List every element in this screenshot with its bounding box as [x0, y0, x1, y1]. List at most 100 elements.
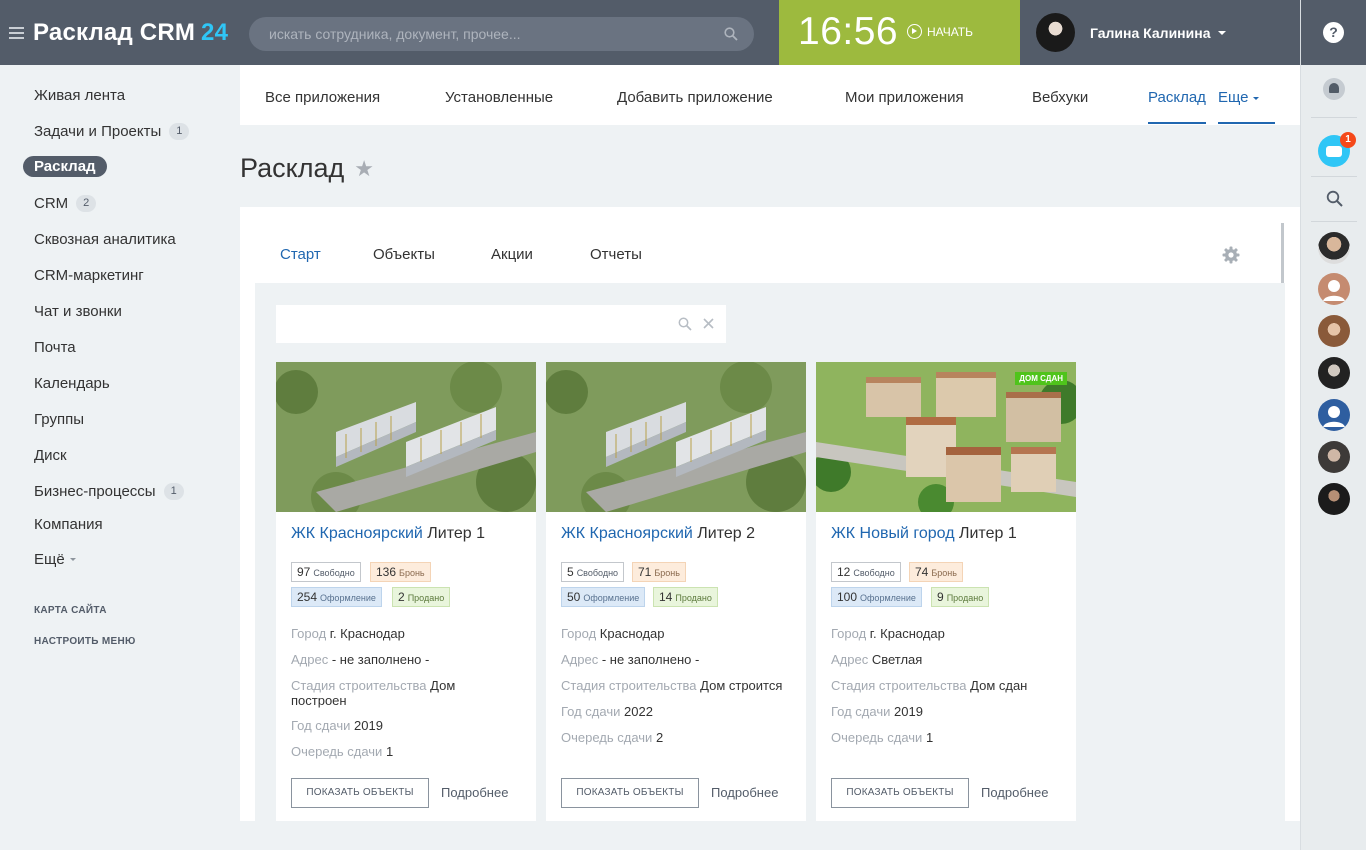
details-link[interactable]: Подробнее: [981, 785, 1048, 800]
chip-processing[interactable]: 50 Оформление: [561, 587, 646, 607]
menu-burger-icon[interactable]: [9, 27, 24, 39]
menu-item-mail[interactable]: Почта: [34, 339, 76, 356]
menu-label: Бизнес-процессы: [34, 483, 156, 500]
object-image[interactable]: [546, 362, 806, 512]
show-objects-button[interactable]: ПОКАЗАТЬ ОБЪЕКТЫ: [561, 778, 699, 808]
contact-avatar[interactable]: [1318, 399, 1350, 431]
menu-item-groups[interactable]: Группы: [34, 411, 84, 428]
object-card: ЖК Красноярский Литер 1 97 Свободно 136 Бр…: [276, 362, 536, 821]
nav-add-app[interactable]: Добавить приложение: [617, 89, 773, 106]
apps-nav: Все приложения Установленные Добавить пр…: [240, 65, 1300, 125]
user-menu[interactable]: Галина Калинина: [1036, 13, 1227, 52]
objects-search[interactable]: [276, 305, 726, 343]
menu-item-rasklad[interactable]: Расклад: [23, 156, 107, 177]
nav-more[interactable]: Еще: [1218, 89, 1275, 124]
bot-icon[interactable]: 1: [1318, 132, 1356, 167]
prop-value: 1: [385, 744, 394, 759]
menu-item-disk[interactable]: Диск: [34, 447, 67, 464]
contact-avatar[interactable]: [1318, 357, 1350, 389]
prop-key: Город: [291, 626, 327, 641]
prop-city: Город Краснодар: [561, 626, 796, 641]
chip-sold[interactable]: 14 Продано: [653, 587, 718, 607]
prop-value: 2022: [624, 704, 653, 719]
close-icon[interactable]: [703, 318, 714, 329]
menu-label: Чат и звонки: [34, 303, 122, 320]
chip-label: Свободно: [313, 568, 355, 578]
chip-value: 9: [937, 590, 944, 604]
nav-my-apps[interactable]: Мои приложения: [845, 89, 964, 106]
divider: [1311, 221, 1357, 222]
start-workday-button[interactable]: НАЧАТЬ: [907, 24, 973, 39]
chip-sold[interactable]: 2 Продано: [392, 587, 451, 607]
object-link[interactable]: ЖК Новый город: [831, 525, 955, 542]
menu-item-analytics[interactable]: Сквозная аналитика: [34, 231, 176, 248]
global-search[interactable]: [249, 17, 754, 51]
details-link[interactable]: Подробнее: [441, 785, 508, 800]
menu-item-calendar[interactable]: Календарь: [34, 375, 110, 392]
menu-item-tasks[interactable]: Задачи и Проекты 1: [34, 123, 190, 140]
sitemap-link[interactable]: КАРТА САЙТА: [34, 605, 107, 616]
chip-reserved[interactable]: 136 Бронь: [370, 562, 431, 582]
workday-timer[interactable]: 16:56 НАЧАТЬ: [779, 0, 1020, 65]
search-icon[interactable]: [678, 317, 692, 331]
configure-menu-link[interactable]: НАСТРОИТЬ МЕНЮ: [34, 636, 136, 647]
nav-all-apps[interactable]: Все приложения: [265, 89, 380, 106]
search-icon[interactable]: [724, 27, 738, 41]
objects-search-input[interactable]: [276, 305, 656, 343]
menu-item-company[interactable]: Компания: [34, 516, 103, 533]
contact-avatar[interactable]: [1318, 441, 1350, 473]
object-image[interactable]: ДОМ СДАН: [816, 362, 1076, 512]
chip-processing[interactable]: 254 Оформление: [291, 587, 382, 607]
chip-sold[interactable]: 9 Продано: [931, 587, 990, 607]
show-objects-button[interactable]: ПОКАЗАТЬ ОБЪЕКТЫ: [291, 778, 429, 808]
contact-avatar[interactable]: [1318, 232, 1350, 264]
nav-webhooks[interactable]: Вебхуки: [1032, 89, 1088, 106]
chip-processing[interactable]: 100 Оформление: [831, 587, 922, 607]
nav-rasklad[interactable]: Расклад: [1148, 89, 1206, 124]
contact-avatar[interactable]: [1318, 273, 1350, 305]
prop-value: Краснодар: [599, 626, 665, 641]
chip-free[interactable]: 12 Свободно: [831, 562, 901, 582]
app-logo[interactable]: Расклад CRM 24: [33, 19, 228, 47]
prop-year: Год сдачи 2022: [561, 704, 796, 719]
tab-start[interactable]: Старт: [280, 246, 321, 263]
nav-installed[interactable]: Установленные: [445, 89, 553, 106]
show-objects-button[interactable]: ПОКАЗАТЬ ОБЪЕКТЫ: [831, 778, 969, 808]
global-search-input[interactable]: [249, 17, 689, 51]
menu-item-chat[interactable]: Чат и звонки: [34, 303, 122, 320]
chip-reserved[interactable]: 71 Бронь: [632, 562, 686, 582]
prop-key: Стадия строительства: [831, 678, 967, 693]
object-image[interactable]: [276, 362, 536, 512]
menu-label: Ещё: [34, 551, 65, 568]
menu-item-feed[interactable]: Живая лента: [34, 87, 125, 104]
tab-reports[interactable]: Отчеты: [590, 246, 642, 263]
details-link[interactable]: Подробнее: [711, 785, 778, 800]
chip-free[interactable]: 97 Свободно: [291, 562, 361, 582]
menu-item-crm-marketing[interactable]: CRM-маркетинг: [34, 267, 144, 284]
chip-label: Бронь: [931, 568, 957, 578]
gear-icon[interactable]: [1222, 246, 1240, 264]
star-icon[interactable]: ★: [354, 156, 374, 182]
bot-counter: 1: [1340, 132, 1356, 148]
prop-queue: Очередь сдачи 2: [561, 730, 796, 745]
menu-item-crm[interactable]: CRM 2: [34, 195, 97, 212]
objects-area: ЖК Красноярский Литер 1 97 Свободно 136 Бр…: [255, 283, 1285, 821]
bell-icon[interactable]: [1323, 78, 1345, 100]
tab-objects[interactable]: Объекты: [373, 246, 435, 263]
search-icon[interactable]: [1326, 190, 1343, 207]
menu-label: Расклад: [34, 158, 96, 175]
menu-label: Почта: [34, 339, 76, 356]
chip-free[interactable]: 5 Свободно: [561, 562, 625, 582]
tab-promotions[interactable]: Акции: [491, 246, 533, 263]
play-icon: [907, 24, 922, 39]
menu-item-bizproc[interactable]: Бизнес-процессы 1: [34, 483, 184, 500]
help-icon[interactable]: ?: [1323, 22, 1344, 43]
contact-avatar[interactable]: [1318, 315, 1350, 347]
menu-item-more[interactable]: Ещё: [34, 551, 76, 568]
object-title-rest: Литер 1: [422, 525, 485, 542]
contact-avatar[interactable]: [1318, 483, 1350, 515]
object-link[interactable]: ЖК Красноярский: [561, 525, 693, 542]
chip-reserved[interactable]: 74 Бронь: [909, 562, 963, 582]
app-panel: Старт Объекты Акции Отчеты ЖК Красноярск…: [240, 207, 1300, 821]
object-link[interactable]: ЖК Красноярский: [291, 525, 423, 542]
